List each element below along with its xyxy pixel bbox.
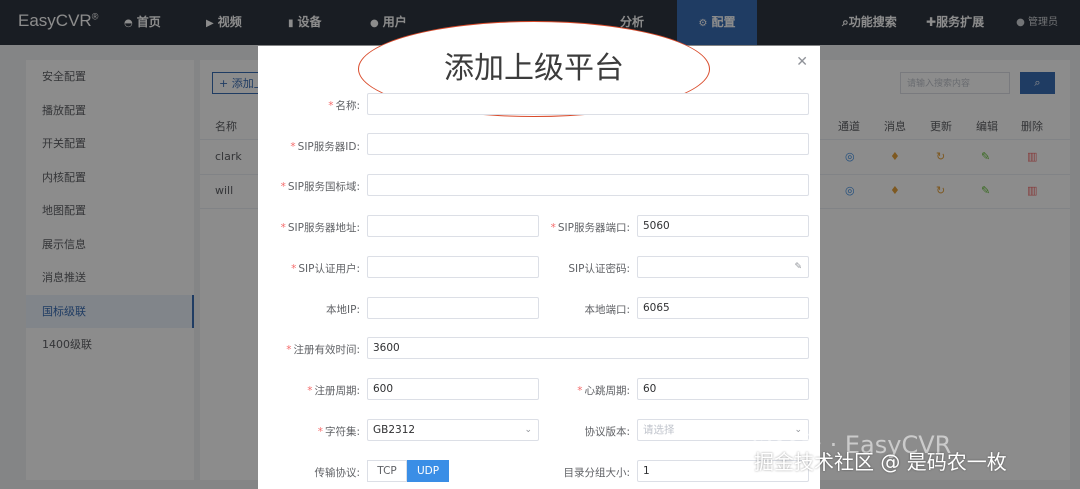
transport-tcp-option[interactable]: TCP xyxy=(367,460,407,482)
eye-icon[interactable]: ✎ xyxy=(794,257,802,277)
name-input[interactable] xyxy=(367,93,809,115)
chevron-down-icon: ⌄ xyxy=(524,425,532,435)
sip-pwd-label: SIP认证密码: xyxy=(568,263,630,275)
sip-user-label: * SIP认证用户: xyxy=(291,263,360,275)
local-port-input[interactable]: 6065 xyxy=(637,297,809,319)
reg-period-label: * 注册周期: xyxy=(307,385,360,397)
sip-id-label: * SIP服务器ID: xyxy=(290,141,360,153)
sip-user-input[interactable] xyxy=(367,256,539,278)
transport-udp-option[interactable]: UDP xyxy=(407,460,449,482)
heartbeat-label: * 心跳周期: xyxy=(577,385,630,397)
name-label: * 名称: xyxy=(328,100,360,112)
close-icon[interactable]: ✕ xyxy=(796,54,808,70)
reg-period-input[interactable]: 600 xyxy=(367,378,539,400)
local-ip-input[interactable] xyxy=(367,297,539,319)
sip-port-label: * SIP服务器端口: xyxy=(550,222,630,234)
local-ip-label: 本地IP: xyxy=(326,304,360,316)
add-platform-dialog: 添加上级平台 ✕ * 名称: * SIP服务器ID: * SIP服务国标域: * SIP… xyxy=(258,21,820,489)
charset-label: * 字符集: xyxy=(317,426,360,438)
catalog-size-label: 目录分组大小: xyxy=(563,467,630,479)
reg-expire-label: * 注册有效时间: xyxy=(286,344,360,356)
reg-expire-input[interactable]: 3600 xyxy=(367,337,809,359)
local-port-label: 本地端口: xyxy=(584,304,630,316)
protocol-version-label: 协议版本: xyxy=(584,426,630,438)
sip-port-input[interactable]: 5060 xyxy=(637,215,809,237)
sip-id-input[interactable] xyxy=(367,133,809,155)
sip-pwd-input[interactable]: ✎ xyxy=(637,256,809,278)
transport-label: 传输协议: xyxy=(314,467,360,479)
sip-addr-input[interactable] xyxy=(367,215,539,237)
charset-select[interactable]: GB2312 ⌄ xyxy=(367,419,539,441)
watermark-juejin: 掘金技术社区 @ 是码农一枚 xyxy=(754,450,1007,474)
heartbeat-input[interactable]: 60 xyxy=(637,378,809,400)
sip-addr-label: * SIP服务器地址: xyxy=(280,222,360,234)
sip-domain-input[interactable] xyxy=(367,174,809,196)
sip-domain-label: * SIP服务国标域: xyxy=(280,181,360,193)
